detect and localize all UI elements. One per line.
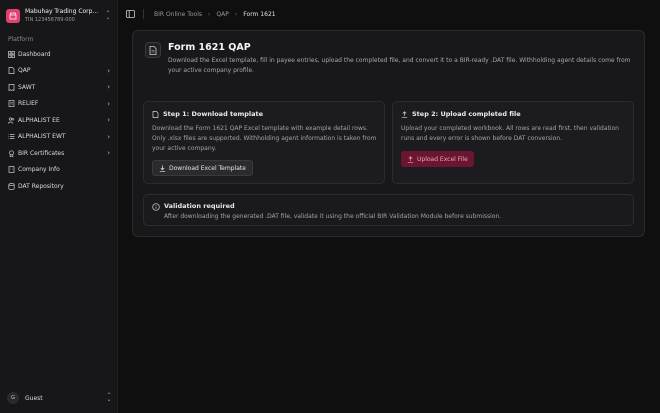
sidebar-item-label: Dashboard <box>18 50 51 58</box>
breadcrumb-current: Form 1621 <box>243 10 276 18</box>
avatar: G <box>7 392 19 404</box>
user-menu[interactable]: G Guest ⌃ ⌄ <box>7 391 113 405</box>
sidebar-toggle-icon[interactable] <box>126 10 135 18</box>
notice-text: After downloading the generated .DAT fil… <box>164 213 502 220</box>
database-icon <box>8 182 15 190</box>
sidebar-item-alphalist-ee[interactable]: ALPHALIST EE › <box>6 112 112 129</box>
sidebar-item-qap[interactable]: QAP › <box>6 63 112 80</box>
step-download-panel: Step 1: Download template Download the F… <box>143 101 385 184</box>
breadcrumb-separator-icon: › <box>234 10 238 18</box>
sidebar-item-dat-repository[interactable]: DAT Repository <box>6 178 112 195</box>
sidebar-item-label: SAWT <box>18 83 36 91</box>
company-name: Mabuhay Trading Corp... <box>25 8 99 15</box>
step-upload-panel: Step 2: Upload completed file Upload you… <box>392 101 634 184</box>
breadcrumb-item[interactable]: QAP <box>216 11 228 18</box>
sidebar-item-bir-certificates[interactable]: BIR Certificates › <box>6 145 112 162</box>
breadcrumb-separator-icon: › <box>208 10 211 18</box>
topbar: BIR Online Tools › QAP › Form 1621 <box>118 0 660 28</box>
document-icon <box>145 42 161 58</box>
step-description: Upload your completed workbook. All rows… <box>401 125 619 142</box>
store-icon <box>6 9 20 23</box>
chevron-right-icon: › <box>107 116 110 125</box>
sidebar-item-relief[interactable]: RELIEF › <box>6 96 112 113</box>
form-card: Form 1621 QAP Download the Excel templat… <box>132 30 645 237</box>
sidebar-item-label: QAP <box>18 67 31 75</box>
users-icon <box>8 117 15 124</box>
upload-icon <box>401 110 408 118</box>
download-icon <box>159 165 166 172</box>
sidebar: Mabuhay Trading Corp... TIN 123456789-00… <box>0 0 118 413</box>
sidebar-item-label: ALPHALIST EWT <box>18 133 66 141</box>
upload-file-button[interactable]: Upload Excel File <box>401 151 474 167</box>
page-title: Form 1621 QAP <box>168 42 251 53</box>
company-switcher[interactable]: Mabuhay Trading Corp... TIN 123456789-00… <box>6 7 112 25</box>
grid-icon <box>8 50 15 58</box>
sidebar-nav: Dashboard QAP › SAWT › RELIEF › ALPHALIS… <box>6 46 112 195</box>
chevron-right-icon: › <box>107 66 110 75</box>
chevron-right-icon: › <box>107 149 110 158</box>
breadcrumb-item[interactable]: BIR Online Tools <box>154 11 202 18</box>
sidebar-item-label: Company Info <box>18 166 60 174</box>
chevron-right-icon: › <box>107 132 110 141</box>
download-template-button[interactable]: Download Excel Template <box>152 160 253 176</box>
step-description: Download the Form 1621 QAP Excel templat… <box>152 125 377 152</box>
sidebar-item-label: BIR Certificates <box>18 149 65 157</box>
sidebar-item-label: ALPHALIST EE <box>18 116 60 124</box>
notice-title: Validation required <box>164 202 235 210</box>
certificate-icon <box>8 150 15 157</box>
validation-notice: Validation required After downloading th… <box>143 194 634 226</box>
file-icon <box>8 100 15 108</box>
step-title: Step 2: Upload completed file <box>412 110 521 118</box>
button-label: Download Excel Template <box>169 164 246 172</box>
chevron-updown-icon: ⌃ ⌄ <box>106 392 112 403</box>
sidebar-item-alphalist-ewt[interactable]: ALPHALIST EWT › <box>6 129 112 146</box>
chevron-right-icon: › <box>107 99 110 108</box>
button-label: Upload Excel File <box>417 155 468 163</box>
company-tin: TIN 123456789-000 <box>25 17 75 23</box>
step-title: Step 1: Download template <box>163 110 264 118</box>
receipt-icon <box>8 83 15 91</box>
building-icon <box>8 166 15 174</box>
user-name: Guest <box>25 394 43 402</box>
sidebar-item-dashboard[interactable]: Dashboard <box>6 46 112 63</box>
chevron-right-icon: › <box>107 83 110 92</box>
page-description: Download the Excel template, fill in pay… <box>168 57 631 74</box>
sidebar-item-company-info[interactable]: Company Info <box>6 162 112 179</box>
chevron-updown-icon: ⌃ ⌄ <box>105 10 111 21</box>
list-icon <box>8 133 15 140</box>
sidebar-item-sawt[interactable]: SAWT › <box>6 79 112 96</box>
document-icon <box>8 67 15 75</box>
divider <box>143 9 144 19</box>
sidebar-item-label: RELIEF <box>18 100 39 108</box>
file-icon <box>152 110 159 118</box>
info-circle-icon <box>152 203 160 211</box>
upload-icon <box>407 155 414 163</box>
section-label: Platform <box>8 36 34 43</box>
sidebar-item-label: DAT Repository <box>18 182 64 190</box>
